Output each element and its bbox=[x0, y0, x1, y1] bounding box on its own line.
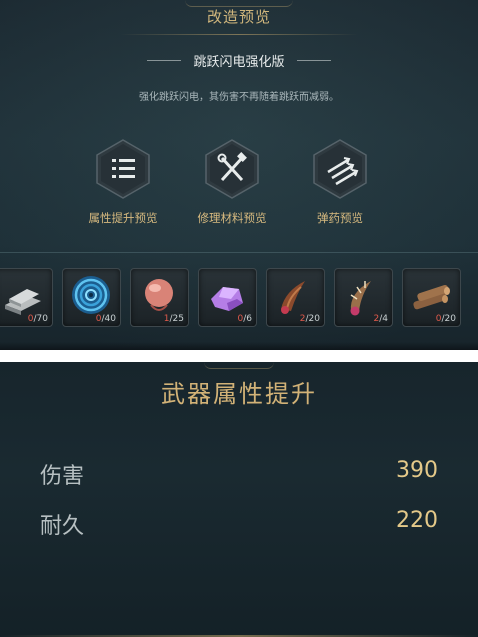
material-count: 1/25 bbox=[163, 314, 184, 324]
stat-name: 伤害 bbox=[40, 464, 85, 489]
header-divider bbox=[120, 34, 358, 35]
material-count: 2/20 bbox=[299, 314, 320, 324]
material-slot[interactable]: 0/70 bbox=[0, 268, 53, 327]
upgrade-name: 跳跃闪电强化版 bbox=[193, 54, 285, 70]
panel-bottom-shade bbox=[0, 342, 478, 350]
materials-list: 0/70 0/40 1/25 0/6 2/20 2/4 0/20 bbox=[0, 268, 461, 327]
section-divider bbox=[0, 252, 478, 253]
right-dash bbox=[296, 59, 331, 61]
material-slot[interactable]: 0/6 bbox=[198, 268, 257, 327]
material-count: 0/20 bbox=[435, 314, 456, 324]
weapon-stats-panel: 武器属性提升 伤害 390 耐久 220 bbox=[0, 362, 478, 637]
arrows-icon bbox=[313, 139, 367, 199]
repair-materials-label: 修理材料预览 bbox=[197, 211, 267, 225]
material-count: 2/4 bbox=[373, 314, 389, 324]
upgrade-name-row: 跳跃闪电强化版 bbox=[0, 50, 478, 70]
panel-title: 改造预览 bbox=[206, 8, 271, 26]
attribute-preview-label: 属性提升预览 bbox=[88, 211, 158, 225]
material-slot[interactable]: 2/4 bbox=[334, 268, 393, 327]
material-slot[interactable]: 1/25 bbox=[130, 268, 189, 327]
material-slot[interactable]: 2/20 bbox=[266, 268, 325, 327]
material-count: 0/40 bbox=[95, 314, 116, 324]
screenshot: 改造预览 跳跃闪电强化版 强化跳跃闪电，其伤害不再随着跳跃而减弱。 属性提升预览 bbox=[0, 0, 478, 637]
list-icon bbox=[96, 139, 150, 199]
ammo-preview-label: 弹药预览 bbox=[317, 211, 363, 225]
stats-title: 武器属性提升 bbox=[161, 380, 317, 408]
modification-preview-panel: 改造预览 跳跃闪电强化版 强化跳跃闪电，其伤害不再随着跳跃而减弱。 属性提升预览 bbox=[0, 0, 478, 350]
stats-ornament bbox=[204, 362, 274, 369]
material-slot[interactable]: 0/40 bbox=[62, 268, 121, 327]
material-count: 0/6 bbox=[237, 314, 253, 324]
attribute-preview-button[interactable]: 属性提升预览 bbox=[68, 138, 178, 226]
stat-row-durability: 耐久 220 bbox=[40, 508, 438, 540]
ammo-preview-button[interactable]: 弹药预览 bbox=[285, 138, 395, 226]
repair-materials-preview-button[interactable]: 修理材料预览 bbox=[177, 138, 287, 226]
stat-value: 390 bbox=[396, 458, 438, 483]
upgrade-description: 强化跳跃闪电，其伤害不再随着跳跃而减弱。 bbox=[139, 92, 339, 103]
stat-value: 220 bbox=[396, 508, 438, 533]
material-count: 0/70 bbox=[27, 314, 48, 324]
left-dash bbox=[147, 59, 182, 61]
stat-name: 耐久 bbox=[40, 514, 85, 539]
repair-tools-icon bbox=[205, 139, 259, 199]
material-slot[interactable]: 0/20 bbox=[402, 268, 461, 327]
stat-row-damage: 伤害 390 bbox=[40, 458, 438, 490]
